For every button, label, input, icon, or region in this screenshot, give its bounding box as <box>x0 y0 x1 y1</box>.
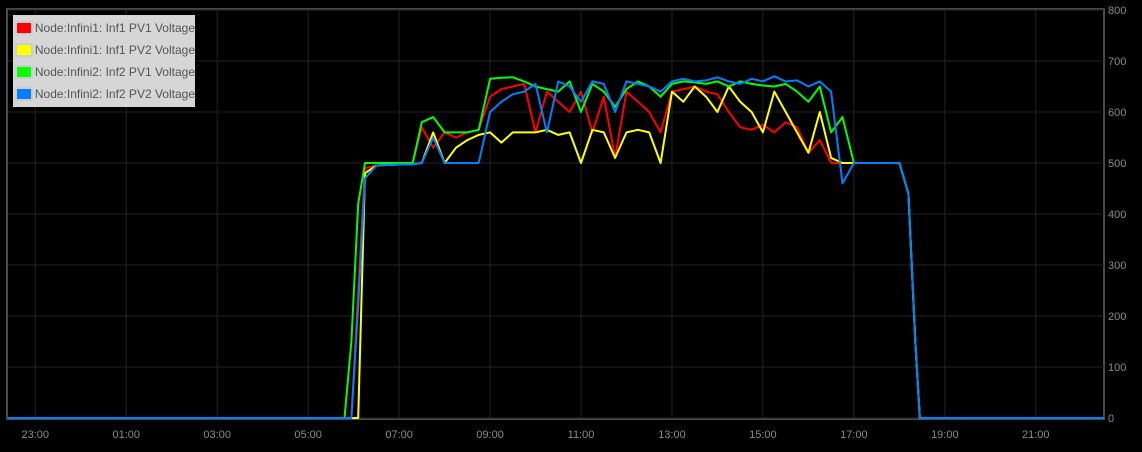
legend-label: Node:Infini1: Inf1 PV1 Voltage <box>34 21 195 35</box>
x-tick-label: 03:00 <box>203 429 231 441</box>
y-tick-label: 200 <box>1108 311 1126 323</box>
legend-swatch <box>15 43 33 57</box>
y-tick-label: 600 <box>1108 107 1126 119</box>
x-tick-label: 05:00 <box>294 429 322 441</box>
x-tick-label: 01:00 <box>112 429 140 441</box>
legend-swatch <box>15 21 33 35</box>
legend-item[interactable]: Node:Infini1: Inf1 PV2 Voltage <box>13 39 195 61</box>
x-tick-label: 21:00 <box>1022 429 1050 441</box>
y-tick-label: 700 <box>1108 56 1126 68</box>
x-tick-label: 23:00 <box>22 429 50 441</box>
x-tick-label: 13:00 <box>658 429 686 441</box>
legend-swatch <box>15 65 33 79</box>
legend-label: Node:Infini2: Inf2 PV2 Voltage <box>34 87 195 101</box>
legend-item[interactable]: Node:Infini2: Inf2 PV2 Voltage <box>13 83 195 105</box>
legend-swatch <box>15 87 33 101</box>
y-tick-label: 800 <box>1108 5 1126 17</box>
y-tick-label: 500 <box>1108 158 1126 170</box>
legend-label: Node:Infini1: Inf1 PV2 Voltage <box>34 43 195 57</box>
legend-label: Node:Infini2: Inf2 PV1 Voltage <box>34 65 195 79</box>
legend: Node:Infini1: Inf1 PV1 Voltage Node:Infi… <box>13 15 195 107</box>
x-tick-label: 11:00 <box>568 429 595 441</box>
legend-item[interactable]: Node:Infini1: Inf1 PV1 Voltage <box>13 17 195 39</box>
y-tick-label: 100 <box>1108 362 1126 374</box>
x-tick-label: 19:00 <box>931 429 959 441</box>
x-tick-label: 17:00 <box>840 429 868 441</box>
legend-item[interactable]: Node:Infini2: Inf2 PV1 Voltage <box>13 61 195 83</box>
y-tick-label: 0 <box>1108 413 1114 425</box>
y-tick-label: 300 <box>1108 260 1126 272</box>
y-tick-label: 400 <box>1108 209 1126 221</box>
chart-container: 23:00 01:00 03:00 05:00 07:00 09:00 11:00 13:00… <box>0 0 1142 452</box>
x-tick-label: 09:00 <box>476 429 504 441</box>
x-tick-label: 07:00 <box>385 429 413 441</box>
x-tick-label: 15:00 <box>749 429 777 441</box>
